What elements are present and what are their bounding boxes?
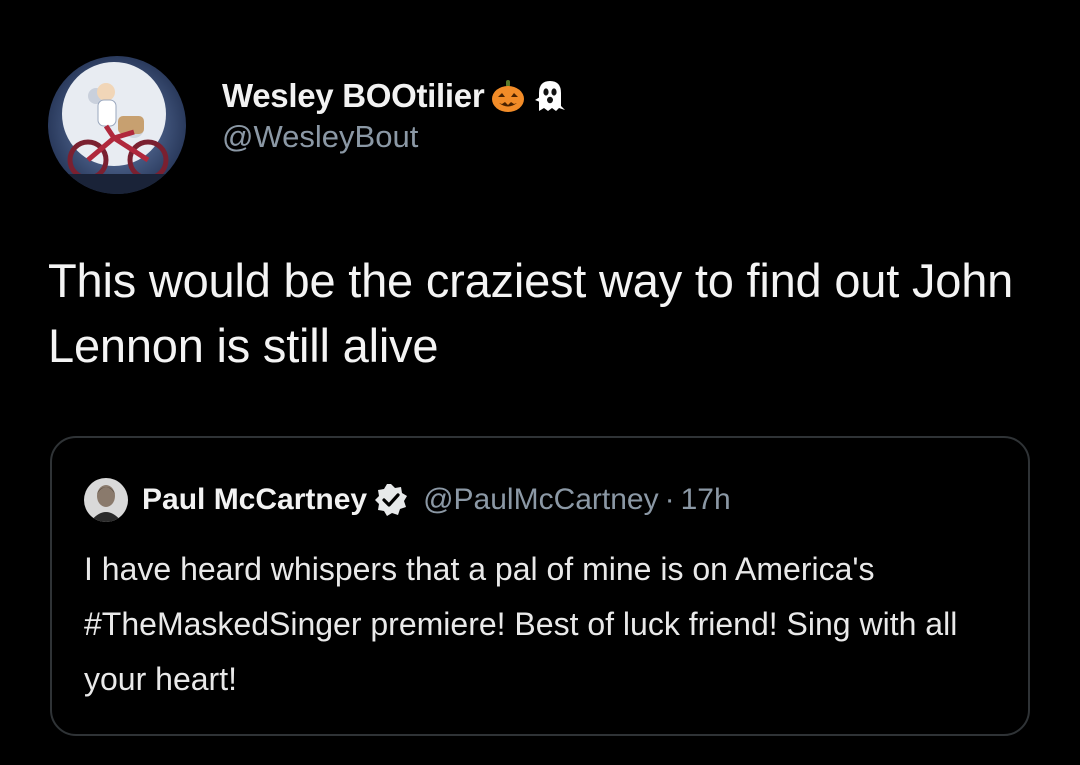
handle[interactable]: @WesleyBout [222, 119, 568, 155]
separator-dot: · [664, 483, 675, 516]
quoted-handle[interactable]: @PaulMcCartney [423, 483, 659, 517]
author-names: Wesley BOOtilier @WesleyBout [222, 77, 568, 155]
quoted-display-name[interactable]: Paul McCartney [142, 483, 367, 517]
timestamp[interactable]: 17h [681, 483, 731, 517]
display-name-row: Wesley BOOtilier [222, 77, 568, 115]
quoted-tweet-text: I have heard whispers that a pal of mine… [84, 551, 958, 697]
verified-badge-icon [373, 482, 409, 518]
portrait-avatar-icon [84, 478, 128, 522]
ghost-icon [532, 78, 568, 114]
jack-o-lantern-icon [490, 78, 526, 114]
moon-bicycle-avatar-icon [48, 56, 186, 194]
avatar[interactable] [48, 56, 186, 194]
tweet-header: Wesley BOOtilier @WesleyBout [48, 56, 568, 194]
tweet[interactable]: Wesley BOOtilier @WesleyBout This would … [0, 0, 1080, 765]
quoted-avatar[interactable] [84, 478, 128, 522]
display-name[interactable]: Wesley BOOtilier [222, 77, 485, 115]
tweet-text: This would be the craziest way to find o… [48, 254, 1014, 372]
quoted-tweet[interactable]: Paul McCartney @PaulMcCartney · 17h I ha… [50, 436, 1030, 736]
quoted-tweet-header: Paul McCartney @PaulMcCartney · 17h [84, 478, 731, 522]
